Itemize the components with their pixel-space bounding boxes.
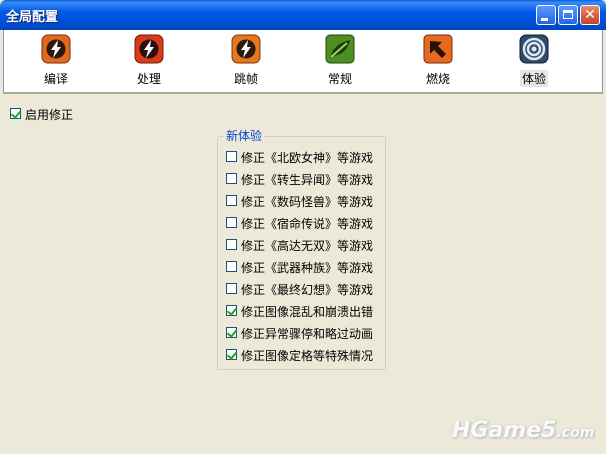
minimize-button[interactable]	[536, 5, 556, 25]
lightning-icon	[134, 34, 164, 64]
option-checkbox[interactable]	[226, 195, 237, 206]
target-icon	[519, 34, 549, 64]
enable-fix-checkbox[interactable]	[10, 108, 21, 119]
option-label: 修正《武器种族》等游戏	[241, 261, 374, 275]
lightning-icon	[41, 34, 71, 64]
tool-general[interactable]: 常规	[310, 34, 370, 90]
close-icon: ✕	[584, 7, 596, 23]
option-label: 修正《高达无双》等游戏	[241, 239, 374, 253]
close-button[interactable]: ✕	[580, 5, 600, 25]
watermark: HGame5.com	[452, 418, 594, 443]
option-checkbox[interactable]	[226, 283, 237, 294]
toolbar-divider	[3, 92, 603, 94]
toolbar: 编译 处理 跳帧 常规 燃烧 体验	[3, 30, 603, 92]
window-title: 全局配置	[6, 10, 59, 25]
option-checkbox[interactable]	[226, 217, 237, 228]
tool-label: 体验	[519, 70, 548, 87]
watermark-suffix: .com	[556, 425, 595, 441]
tool-burn[interactable]: 燃烧	[408, 34, 468, 90]
minimize-icon	[541, 18, 548, 21]
option-checkbox[interactable]	[226, 151, 237, 162]
enable-fix-label: 启用修正	[25, 108, 74, 122]
option-label: 修正图像混乱和崩溃出错	[241, 305, 374, 319]
title-bar[interactable]: 全局配置 ✕	[0, 0, 606, 30]
maximize-icon	[563, 10, 573, 19]
option-checkbox[interactable]	[226, 305, 237, 316]
group-title: 新体验	[224, 127, 265, 144]
option-label: 修正异常骤停和略过动画	[241, 327, 374, 341]
option-checkbox[interactable]	[226, 173, 237, 184]
arrow-icon	[423, 34, 453, 64]
option-label: 修正《数码怪兽》等游戏	[241, 195, 374, 209]
tool-frameskip[interactable]: 跳帧	[216, 34, 276, 90]
tool-experience[interactable]: 体验	[504, 34, 564, 90]
tool-compile[interactable]: 编译	[26, 34, 86, 90]
option-checkbox[interactable]	[226, 327, 237, 338]
watermark-text: HGame5	[452, 418, 557, 443]
lightning-icon	[231, 34, 261, 64]
tool-label: 燃烧	[425, 72, 450, 86]
option-label: 修正《最终幻想》等游戏	[241, 283, 374, 297]
maximize-button[interactable]	[558, 5, 578, 25]
leaf-icon	[325, 34, 355, 64]
option-label: 修正图像定格等特殊情况	[241, 349, 374, 363]
tool-label: 常规	[327, 72, 352, 86]
option-label: 修正《宿命传说》等游戏	[241, 217, 374, 231]
tool-label: 编译	[43, 72, 68, 86]
tool-label: 跳帧	[233, 72, 258, 86]
option-label: 修正《北欧女神》等游戏	[241, 151, 374, 165]
tool-label: 处理	[136, 72, 161, 86]
option-label: 修正《转生异闻》等游戏	[241, 173, 374, 187]
option-checkbox[interactable]	[226, 261, 237, 272]
option-checkbox[interactable]	[226, 349, 237, 360]
tool-process[interactable]: 处理	[119, 34, 179, 90]
option-checkbox[interactable]	[226, 239, 237, 250]
